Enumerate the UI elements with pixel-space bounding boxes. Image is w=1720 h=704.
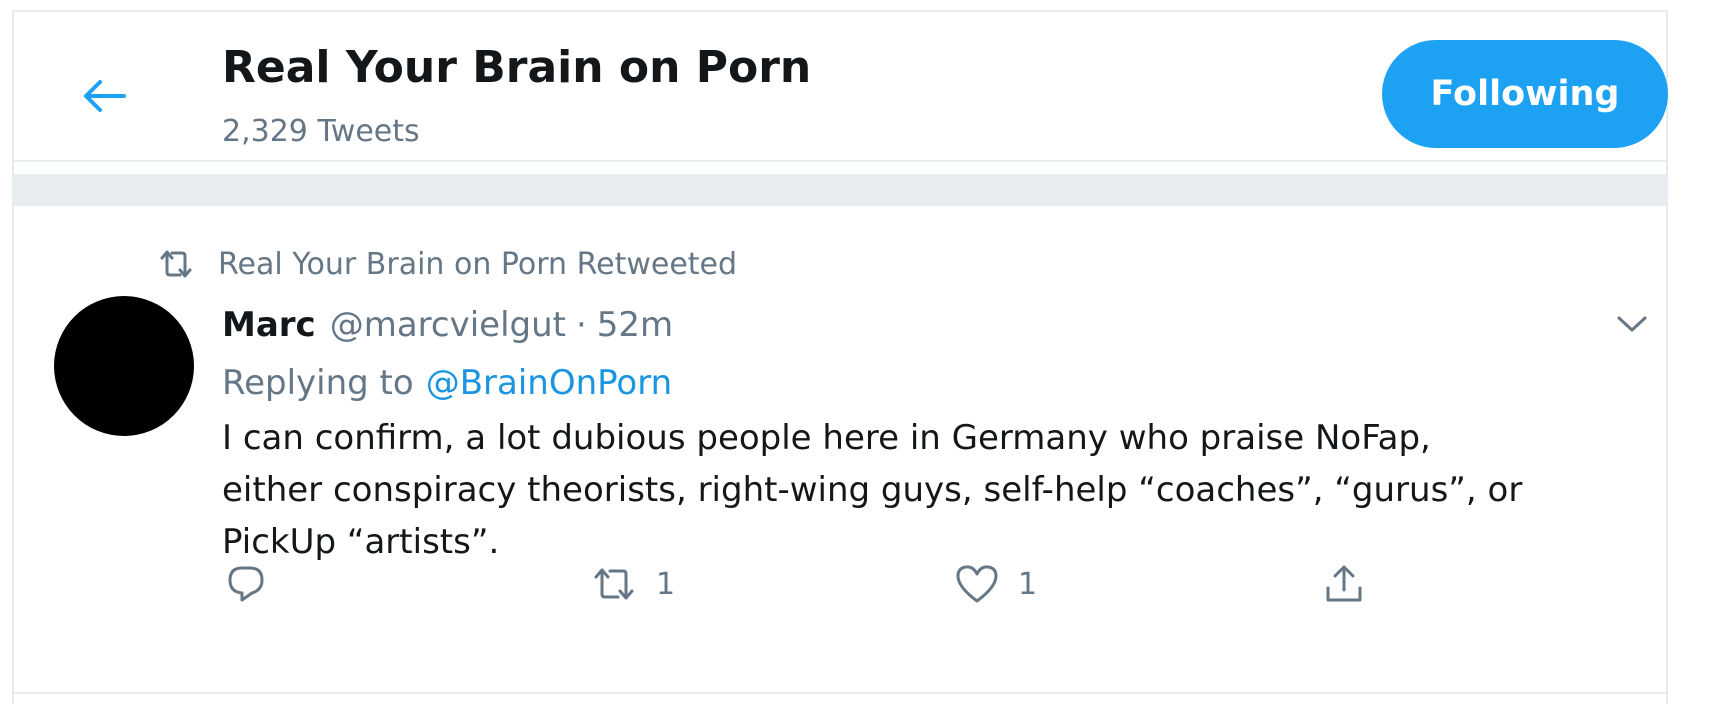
- retweet-context-text[interactable]: Real Your Brain on Porn Retweeted: [218, 247, 737, 282]
- retweet-icon: [594, 568, 634, 600]
- retweet-icon: [154, 242, 198, 286]
- avatar[interactable]: [54, 296, 194, 436]
- tweet-card[interactable]: Real Your Brain on Porn Retweeted Marc @…: [12, 206, 1668, 694]
- profile-header: Real Your Brain on Porn 2,329 Tweets Fol…: [12, 10, 1668, 162]
- back-button[interactable]: [70, 62, 138, 130]
- arrow-left-icon: [84, 80, 126, 112]
- chevron-down-icon: [1617, 316, 1647, 332]
- separator-dot: ·: [575, 305, 587, 345]
- like-button[interactable]: 1: [954, 554, 1037, 614]
- retweet-count: 1: [656, 566, 676, 602]
- retweet-context: Real Your Brain on Porn Retweeted: [154, 242, 737, 286]
- share-icon: [1326, 565, 1362, 602]
- tweet-count: 2,329 Tweets: [222, 114, 420, 149]
- author-name[interactable]: Marc: [222, 305, 316, 345]
- replying-to: Replying to @BrainOnPorn: [222, 358, 672, 408]
- tweet-text-line: I can confirm, a lot dubious people here…: [222, 418, 1431, 458]
- tweet-header: Marc @marcvielgut · 52m: [222, 300, 673, 350]
- tweet-timestamp[interactable]: 52m: [597, 305, 673, 345]
- retweet-button[interactable]: 1: [590, 554, 675, 614]
- tweet-text: I can confirm, a lot dubious people here…: [222, 412, 1622, 568]
- share-button[interactable]: [1322, 554, 1366, 614]
- tweet-text-line: either conspiracy theorists, right-wing …: [222, 470, 1523, 510]
- heart-icon: [956, 565, 998, 603]
- author-handle[interactable]: @marcvielgut: [330, 305, 566, 345]
- tweet-menu-button[interactable]: [1612, 304, 1652, 344]
- replying-to-mention[interactable]: @BrainOnPorn: [426, 363, 672, 403]
- page-title: Real Your Brain on Porn: [222, 42, 812, 93]
- tweet-actions: 1 1: [12, 554, 1668, 614]
- section-divider: [12, 174, 1668, 206]
- reply-icon: [228, 566, 264, 602]
- following-button[interactable]: Following: [1382, 40, 1668, 148]
- like-count: 1: [1018, 566, 1038, 602]
- reply-button[interactable]: [224, 554, 286, 614]
- replying-to-label: Replying to: [222, 363, 414, 403]
